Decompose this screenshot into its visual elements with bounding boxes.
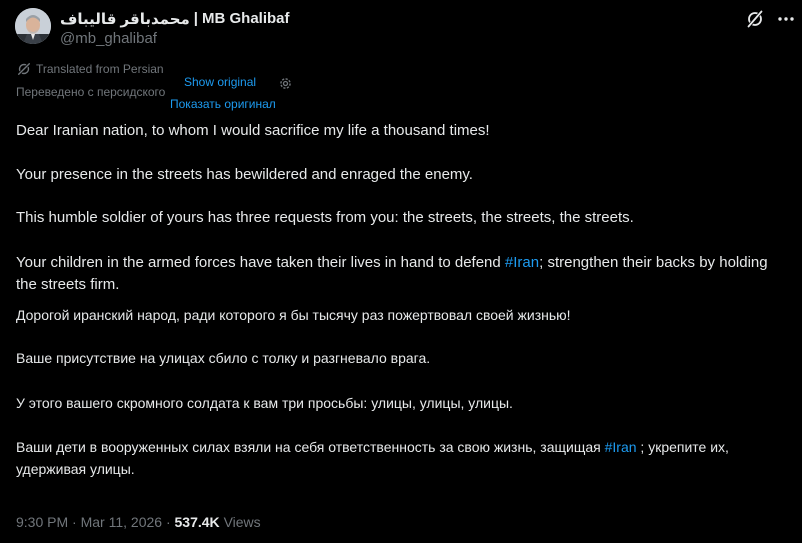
author-name[interactable]: محمدباقر قالیباف | MB Ghalibaf bbox=[60, 10, 290, 28]
gear-icon[interactable] bbox=[278, 76, 293, 91]
post-text-ru-p1: Дорогой иранский народ, ради которого я … bbox=[16, 307, 571, 323]
author-name-fa: محمدباقر قالیباف bbox=[60, 11, 190, 28]
avatar[interactable] bbox=[15, 8, 51, 44]
post-meta: 9:30 PM · Mar 11, 2026 · 537.4K Views bbox=[16, 514, 261, 530]
author-name-en: MB Ghalibaf bbox=[202, 10, 290, 27]
post-text-ru-p4: Ваши дети в вооруженных силах взяли на с… bbox=[16, 436, 786, 480]
hashtag-link-ru[interactable]: #Iran bbox=[605, 439, 637, 455]
translated-from-notice: Translated from Persian bbox=[36, 62, 164, 76]
post-date[interactable]: Mar 11, 2026 bbox=[81, 514, 162, 530]
hashtag-link[interactable]: #Iran bbox=[505, 254, 539, 271]
meta-separator: · bbox=[72, 514, 77, 530]
author-name-separator: | bbox=[193, 10, 198, 27]
post-time[interactable]: 9:30 PM bbox=[16, 514, 68, 530]
grok-icon[interactable] bbox=[745, 9, 765, 29]
post-text-en-p3: This humble soldier of yours has three r… bbox=[16, 209, 634, 226]
show-original-link[interactable]: Show original bbox=[184, 75, 256, 89]
author-handle[interactable]: @mb_ghalibaf bbox=[60, 30, 157, 47]
post-text-en-p4: Your children in the armed forces have t… bbox=[16, 252, 786, 296]
avatar-image bbox=[15, 8, 51, 44]
translated-from-notice-ru: Переведено с персидского bbox=[16, 85, 166, 99]
meta-separator: · bbox=[165, 514, 171, 530]
views-label: Views bbox=[223, 514, 261, 530]
post-text-ru-p4-start: Ваши дети в вооруженных силах взяли на с… bbox=[16, 439, 605, 455]
post-text-en-p1: Dear Iranian nation, to whom I would sac… bbox=[16, 122, 490, 139]
post-text-en-p2: Your presence in the streets has bewilde… bbox=[16, 166, 473, 183]
views-count: 537.4K bbox=[174, 514, 220, 530]
post-text-en-p4-start: Your children in the armed forces have t… bbox=[16, 254, 505, 271]
more-icon[interactable] bbox=[776, 9, 796, 29]
post-text-ru-p2: Ваше присутствие на улицах сбило с толку… bbox=[16, 350, 431, 366]
show-original-link-ru[interactable]: Показать оригинал bbox=[170, 97, 276, 111]
post-text-ru-p3: У этого вашего скромного солдата к вам т… bbox=[16, 395, 513, 411]
translate-icon bbox=[17, 62, 31, 76]
